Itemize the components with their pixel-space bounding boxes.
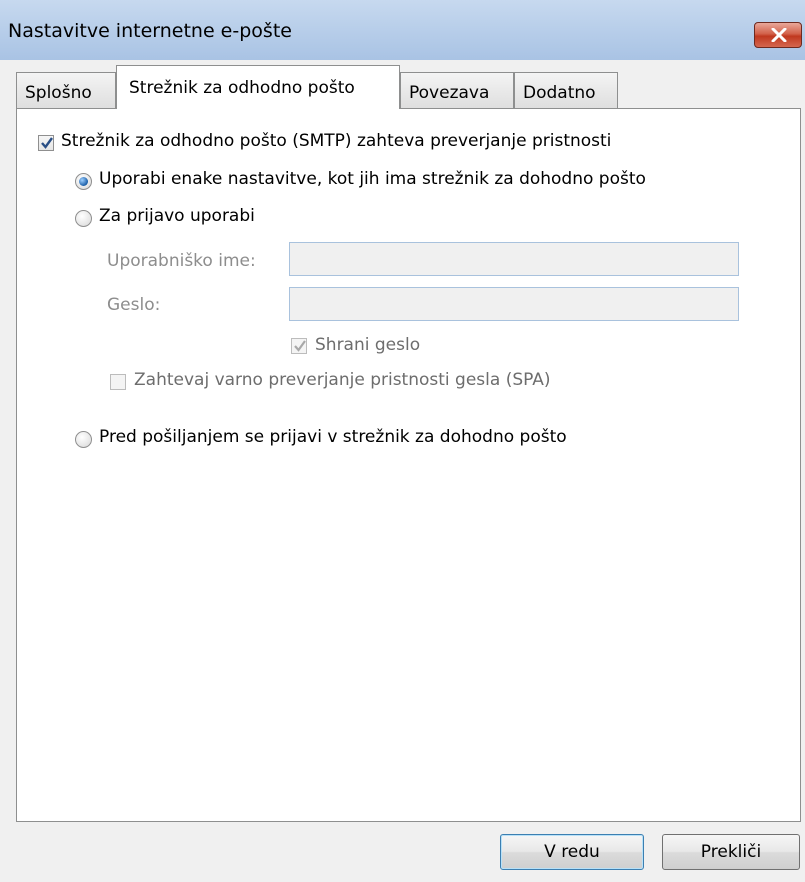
log-on-before-label: Pred pošiljanjem se prijavi v strežnik z…	[99, 427, 567, 447]
log-on-before-radio[interactable]	[75, 431, 92, 448]
remember-password-checkbox[interactable]	[291, 338, 307, 354]
checkmark-icon	[294, 340, 306, 352]
username-label: Uporabniško ime:	[107, 251, 256, 271]
use-same-settings-label: Uporabi enake nastavitve, kot jih ima st…	[99, 169, 646, 189]
title-bar: Nastavitve internetne e-pošte	[0, 0, 805, 60]
spa-checkbox[interactable]	[110, 374, 126, 390]
log-on-using-label: Za prijavo uporabi	[99, 206, 255, 226]
tab-general[interactable]: Splošno	[16, 72, 116, 109]
username-field[interactable]	[289, 242, 739, 276]
tab-advanced[interactable]: Dodatno	[514, 72, 618, 109]
close-button[interactable]	[754, 22, 802, 48]
cancel-button[interactable]: Prekliči	[662, 834, 800, 870]
log-on-using-radio[interactable]	[75, 210, 92, 227]
tab-panel: Strežnik za odhodno pošto (SMTP) zahteva…	[16, 108, 801, 822]
window-title: Nastavitve internetne e-pošte	[8, 20, 292, 42]
ok-button[interactable]: V redu	[500, 834, 644, 870]
smtp-auth-checkbox[interactable]	[38, 135, 54, 151]
spa-label: Zahtevaj varno preverjanje pristnosti ge…	[134, 370, 551, 390]
tab-advanced-label: Dodatno	[523, 83, 596, 103]
remember-password-label: Shrani geslo	[315, 335, 421, 355]
radio-selected-dot	[79, 177, 88, 186]
tab-outgoing-server[interactable]: Strežnik za odhodno pošto	[116, 65, 400, 109]
tab-general-label: Splošno	[25, 83, 92, 103]
checkmark-icon	[41, 137, 53, 149]
use-same-settings-radio[interactable]	[75, 173, 92, 190]
password-field[interactable]	[289, 287, 739, 321]
tab-connection-label: Povezava	[409, 83, 490, 103]
tab-connection[interactable]: Povezava	[400, 72, 514, 109]
smtp-auth-label: Strežnik za odhodno pošto (SMTP) zahteva…	[61, 131, 612, 151]
tab-outgoing-server-label: Strežnik za odhodno pošto	[129, 78, 355, 98]
close-icon	[771, 28, 787, 42]
password-label: Geslo:	[107, 295, 161, 315]
